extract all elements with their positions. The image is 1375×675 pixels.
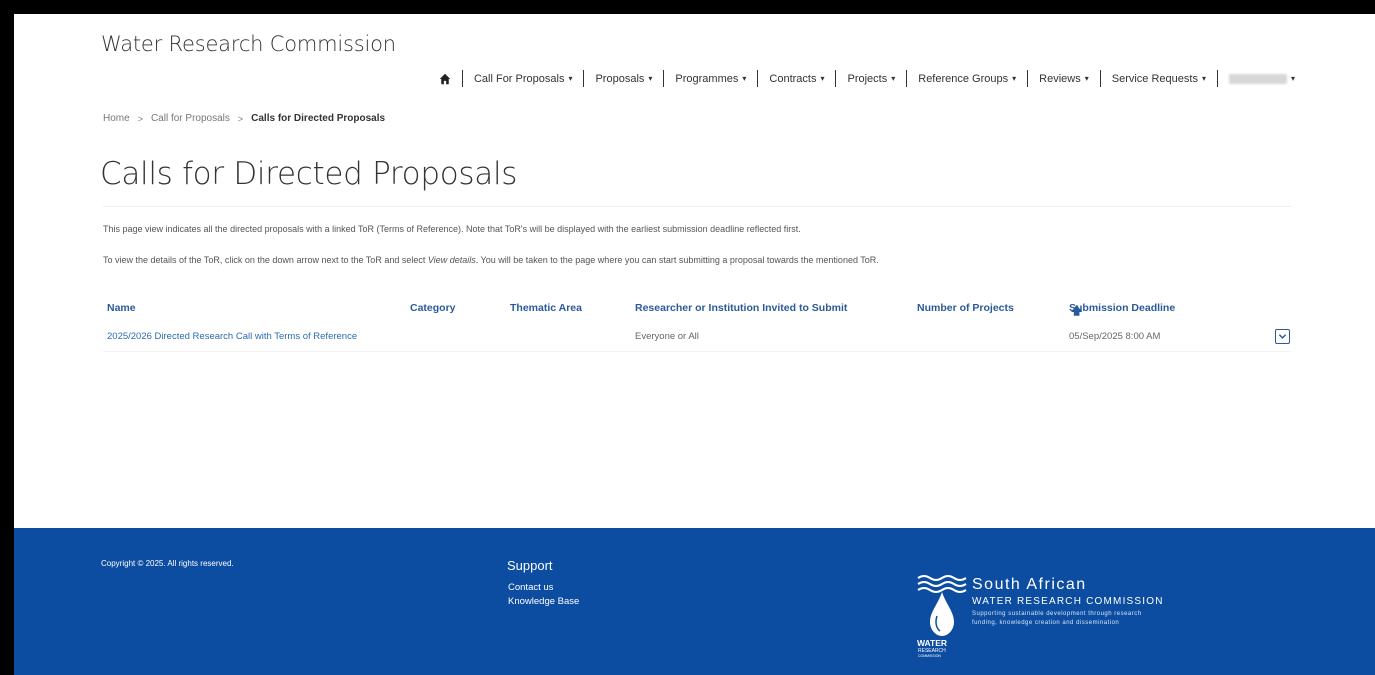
caret-down-icon: ▾ [820, 74, 825, 83]
caret-down-icon: ▾ [1084, 74, 1089, 83]
row-actions-dropdown-button[interactable] [1275, 329, 1290, 344]
nav-call-for-proposals[interactable]: Call For Proposals ▾ [474, 73, 573, 85]
row-divider [103, 351, 1291, 352]
nav-reviews[interactable]: Reviews ▾ [1039, 73, 1089, 85]
support-heading: Support [507, 558, 553, 573]
logo-mark-word3: COMMISSION [918, 654, 941, 658]
nav-label: Service Requests [1111, 72, 1198, 85]
logo-line-1: South African [972, 576, 1087, 593]
row-invited: Everyone or All [635, 331, 699, 342]
caret-down-icon: ▾ [1290, 74, 1295, 83]
nav-projects[interactable]: Projects ▾ [847, 73, 895, 85]
nav-label: Reference Groups [918, 72, 1009, 85]
column-header-number-of-projects[interactable]: Number of Projects [917, 302, 1014, 314]
column-header-name[interactable]: Name [107, 302, 136, 314]
knowledge-base-link[interactable]: Knowledge Base [508, 596, 579, 607]
nav-label: Proposals [595, 72, 645, 85]
logo-tagline-1: Supporting sustainable development throu… [972, 611, 1142, 617]
browser-page: Water Research Commission Call For Propo… [14, 14, 1375, 675]
logo-tagline: Supporting sustainable development throu… [972, 610, 1164, 628]
title-divider [103, 206, 1291, 207]
intro-paragraph: This page view indicates all the directe… [103, 224, 801, 234]
site-title[interactable]: Water Research Commission [101, 32, 396, 56]
column-header-category[interactable]: Category [410, 302, 456, 314]
breadcrumb: Home > Call for Proposals > Calls for Di… [103, 113, 385, 124]
caret-down-icon: ▾ [891, 74, 896, 83]
nav-label: Programmes [675, 72, 739, 85]
row-submission-deadline: 05/Sep/2025 8:00 AM [1069, 331, 1161, 342]
caret-down-icon: ▾ [1201, 74, 1206, 83]
nav-proposals[interactable]: Proposals ▾ [595, 73, 652, 85]
nav-divider [757, 70, 759, 87]
caret-down-icon: ▾ [648, 74, 653, 83]
user-name-blurred [1228, 73, 1287, 84]
nav-divider [906, 70, 908, 87]
nav-divider [583, 70, 585, 87]
nav-contracts[interactable]: Contracts ▾ [769, 73, 824, 85]
column-header-invited[interactable]: Researcher or Institution Invited to Sub… [635, 302, 847, 314]
row-name-link[interactable]: 2025/2026 Directed Research Call with Te… [107, 331, 357, 342]
instructions-text: To view the details of the ToR, click on… [103, 255, 428, 265]
nav-label: Reviews [1039, 72, 1081, 85]
nav-divider [663, 70, 665, 87]
caret-down-icon: ▾ [568, 74, 573, 83]
column-header-thematic-area[interactable]: Thematic Area [510, 302, 582, 314]
nav-divider [1216, 70, 1218, 87]
wrc-logo-icon: WATER RESEARCH COMMISSION [917, 575, 967, 658]
caret-down-icon: ▾ [1012, 74, 1017, 83]
view-details-emphasis: View details [427, 255, 476, 265]
nav-divider [461, 70, 463, 87]
breadcrumb-separator: > [137, 113, 143, 124]
nav-service-requests[interactable]: Service Requests ▾ [1112, 73, 1206, 85]
logo-text: South African WATER RESEARCH COMMISSION … [972, 576, 1164, 628]
logo-tagline-2: funding, knowledge creation and dissemin… [972, 620, 1120, 626]
nav-home[interactable] [439, 73, 451, 85]
nav-divider [1027, 70, 1029, 87]
breadcrumb-current: Calls for Directed Proposals [251, 113, 386, 124]
copyright: Copyright © 2025. All rights reserved. [101, 559, 234, 568]
caret-down-icon: ▾ [742, 74, 747, 83]
nav-divider [835, 70, 837, 87]
logo-line-2: WATER RESEARCH COMMISSION [972, 596, 1164, 607]
main-nav: Call For Proposals ▾ Proposals ▾ Programme… [439, 70, 1295, 87]
nav-programmes[interactable]: Programmes ▾ [675, 73, 746, 85]
logo-mark-word1: WATER [917, 638, 947, 648]
table-row: 2025/2026 Directed Research Call with Te… [103, 328, 1291, 348]
instructions-paragraph: To view the details of the ToR, click on… [103, 255, 879, 265]
breadcrumb-separator: > [237, 113, 244, 124]
contact-us-link[interactable]: Contact us [508, 582, 553, 593]
chevron-down-icon [1278, 334, 1287, 339]
breadcrumb-call-for-proposals[interactable]: Call for Proposals [151, 113, 230, 124]
nav-label: Contracts [769, 72, 817, 85]
arrow-up-icon: 🡅 [1071, 305, 1083, 317]
nav-user-menu[interactable]: ▾ [1228, 73, 1295, 84]
instructions-text-end: . You will be taken to the page where yo… [475, 255, 879, 265]
nav-label: Projects [847, 72, 888, 85]
breadcrumb-home[interactable]: Home [103, 113, 130, 124]
home-icon [439, 73, 451, 84]
nav-divider [1099, 70, 1101, 87]
nav-label: Call For Proposals [473, 72, 565, 85]
footer: Copyright © 2025. All rights reserved. S… [14, 528, 1375, 675]
nav-reference-groups[interactable]: Reference Groups ▾ [918, 73, 1016, 85]
page-title: Calls for Directed Proposals [100, 156, 518, 192]
column-header-label: Submission Deadline [1069, 302, 1176, 314]
